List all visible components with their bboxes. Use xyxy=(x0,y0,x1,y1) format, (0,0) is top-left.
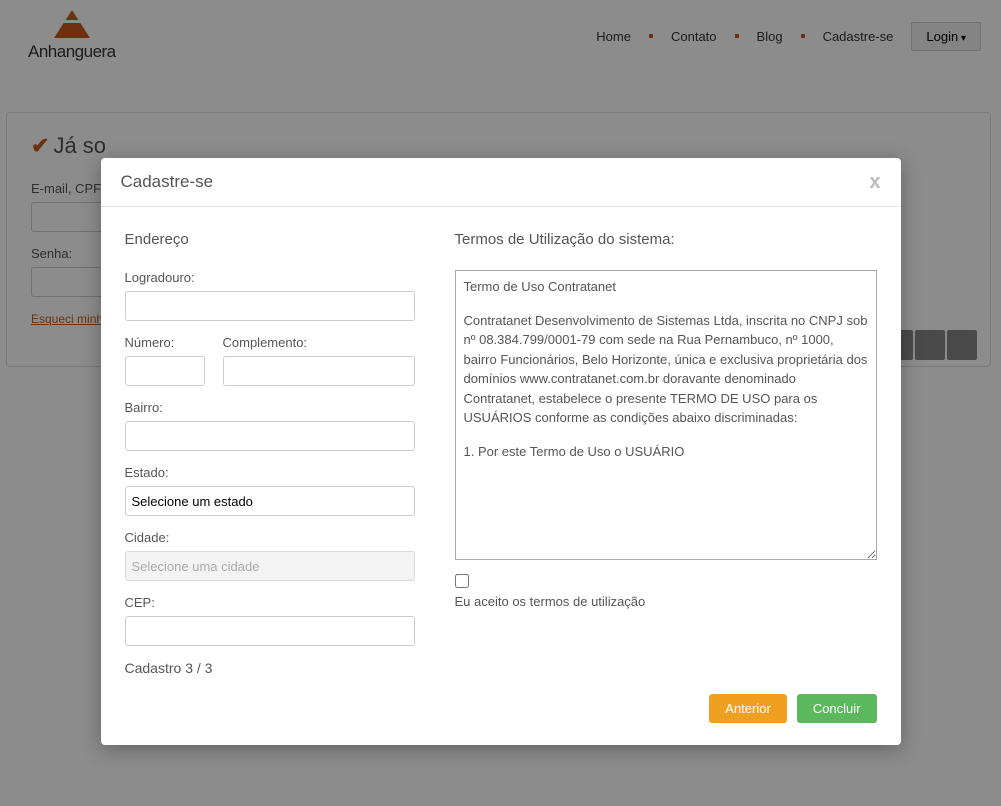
numero-input[interactable] xyxy=(125,356,205,386)
modal-header: Cadastre-se x xyxy=(101,158,901,207)
cep-field: CEP: xyxy=(125,595,415,646)
modal-footer: Anterior Concluir xyxy=(101,688,901,745)
cidade-select[interactable]: Selecione uma cidade xyxy=(125,551,415,581)
complemento-field: Complemento: xyxy=(223,335,415,386)
modal-body: Endereço Logradouro: Número: Complemento… xyxy=(101,207,901,688)
terms-column: Termos de Utilização do sistema: Termo d… xyxy=(455,231,877,676)
signup-modal: Cadastre-se x Endereço Logradouro: Númer… xyxy=(101,158,901,745)
logradouro-label: Logradouro: xyxy=(125,270,415,285)
address-title: Endereço xyxy=(125,231,415,248)
numero-field: Número: xyxy=(125,335,205,386)
bairro-field: Bairro: xyxy=(125,400,415,451)
address-column: Endereço Logradouro: Número: Complemento… xyxy=(125,231,415,676)
cep-label: CEP: xyxy=(125,595,415,610)
modal-title: Cadastre-se xyxy=(121,172,214,192)
estado-label: Estado: xyxy=(125,465,415,480)
complemento-label: Complemento: xyxy=(223,335,415,350)
terms-title: Termos de Utilização do sistema: xyxy=(455,231,877,248)
estado-select[interactable]: Selecione um estado xyxy=(125,486,415,516)
close-button[interactable]: x xyxy=(869,172,880,192)
logradouro-input[interactable] xyxy=(125,291,415,321)
complemento-input[interactable] xyxy=(223,356,415,386)
numero-label: Número: xyxy=(125,335,205,350)
terms-textarea[interactable]: Termo de Uso Contratanet Contratanet Des… xyxy=(455,270,877,560)
bairro-label: Bairro: xyxy=(125,400,415,415)
cidade-label: Cidade: xyxy=(125,530,415,545)
modal-overlay: Cadastre-se x Endereço Logradouro: Númer… xyxy=(0,0,1001,806)
bairro-input[interactable] xyxy=(125,421,415,451)
accept-row: Eu aceito os termos de utilização xyxy=(455,574,877,609)
estado-field: Estado: Selecione um estado xyxy=(125,465,415,516)
cidade-field: Cidade: Selecione uma cidade xyxy=(125,530,415,581)
finish-button[interactable]: Concluir xyxy=(797,694,877,723)
logradouro-field: Logradouro: xyxy=(125,270,415,321)
terms-paragraph: Contratanet Desenvolvimento de Sistemas … xyxy=(464,311,868,428)
cep-input[interactable] xyxy=(125,616,415,646)
accept-checkbox[interactable] xyxy=(455,574,469,588)
terms-paragraph: Termo de Uso Contratanet xyxy=(464,277,868,297)
previous-button[interactable]: Anterior xyxy=(709,694,787,723)
accept-label: Eu aceito os termos de utilização xyxy=(455,594,646,609)
progress-text: Cadastro 3 / 3 xyxy=(125,660,415,676)
terms-paragraph: 1. Por este Termo de Uso o USUÁRIO xyxy=(464,442,868,462)
